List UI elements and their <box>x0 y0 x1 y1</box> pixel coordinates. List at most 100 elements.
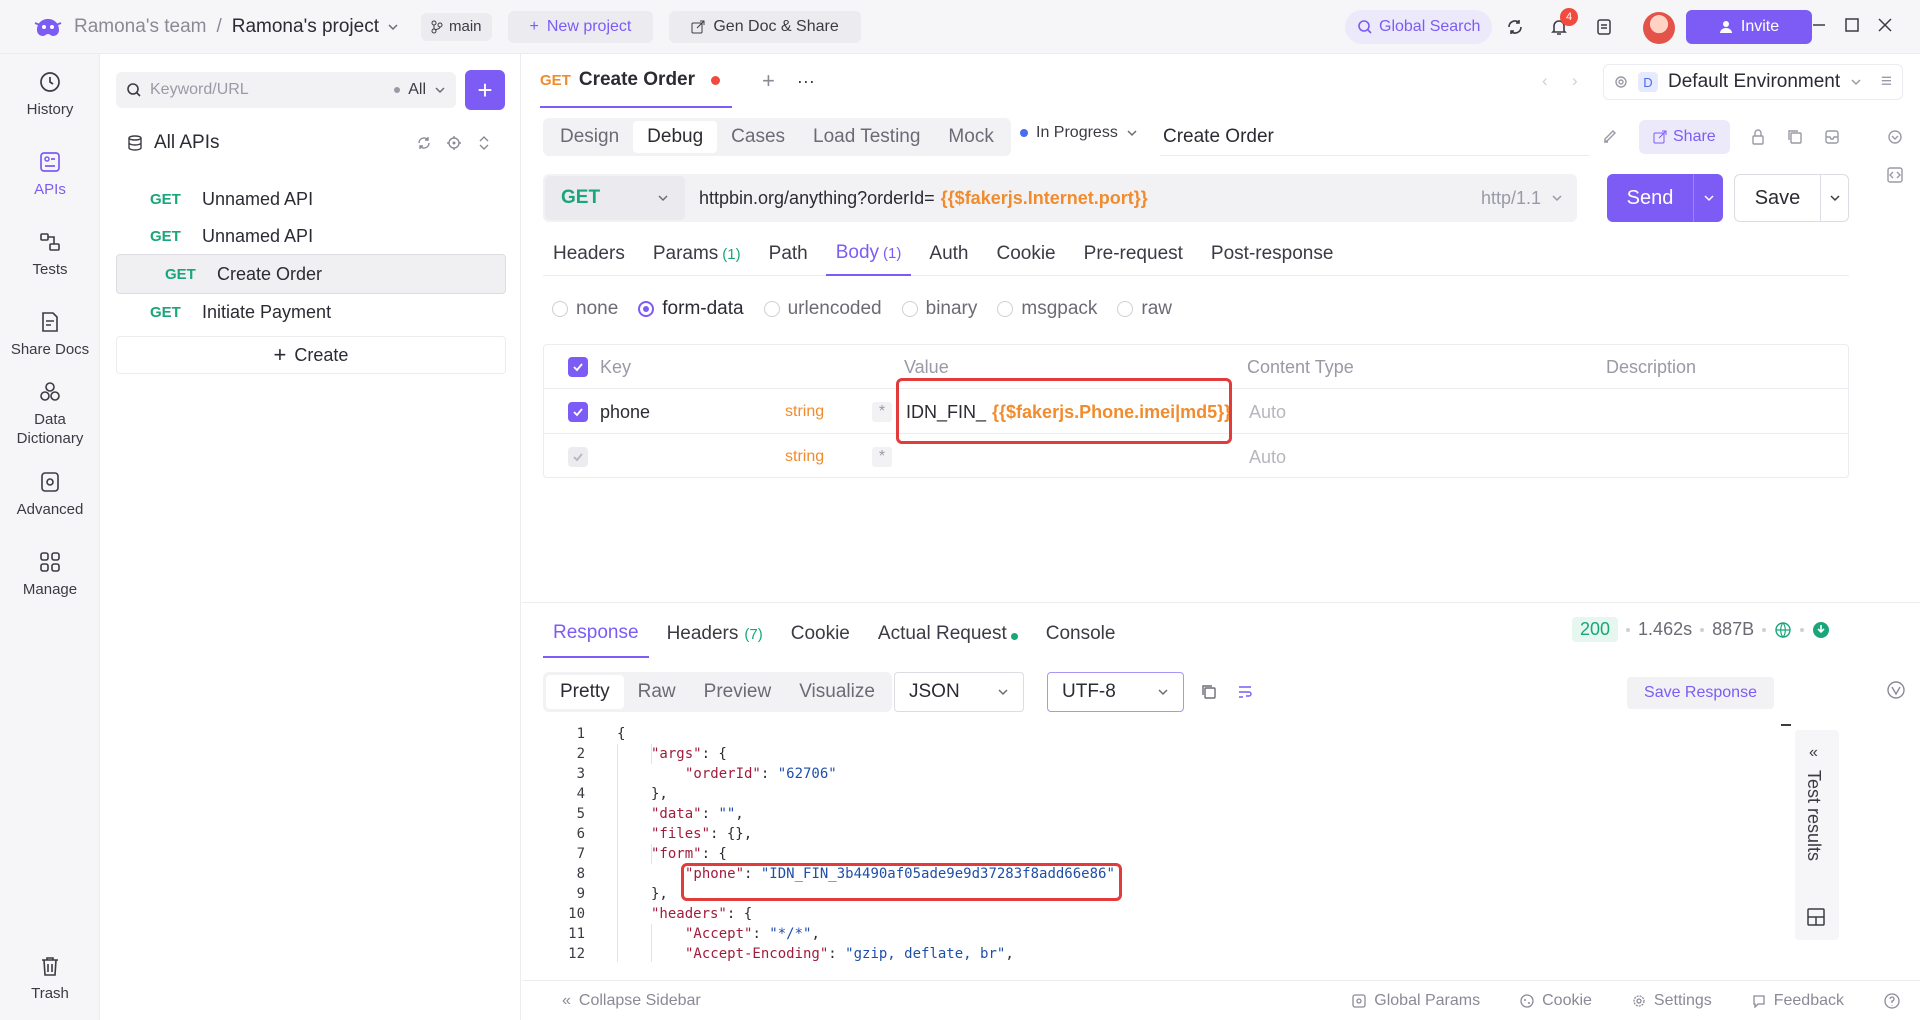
layout-icon[interactable] <box>1806 907 1826 927</box>
environment-selector[interactable]: D Default Environment ≡ <box>1603 64 1903 100</box>
tab-auth[interactable]: Auth <box>919 232 978 276</box>
radio-form-data[interactable]: form-data <box>638 298 744 320</box>
view-visualize[interactable]: Visualize <box>785 675 889 709</box>
mode-cases[interactable]: Cases <box>717 121 799 153</box>
maximize-icon[interactable] <box>1843 16 1861 34</box>
tab-actual-request[interactable]: Actual Request <box>868 610 1028 658</box>
tab-create-order[interactable]: GET Create Order <box>540 54 733 108</box>
refresh-icon[interactable] <box>416 135 432 151</box>
close-icon[interactable] <box>1876 16 1894 34</box>
send-options-chevron-icon[interactable] <box>1693 174 1723 222</box>
team-name[interactable]: Ramona's team <box>74 16 206 38</box>
settings-button[interactable]: Settings <box>1632 992 1712 1010</box>
tab-body[interactable]: Body (1) <box>825 232 912 276</box>
save-response-button[interactable]: Save Response <box>1627 677 1774 709</box>
archive-icon[interactable] <box>1823 128 1841 146</box>
radio-urlencoded[interactable]: urlencoded <box>763 298 882 320</box>
locate-icon[interactable] <box>446 135 462 151</box>
nav-share-docs[interactable]: Share Docs <box>0 310 100 359</box>
nav-tests[interactable]: Tests <box>0 230 100 279</box>
encoding-select[interactable]: UTF-8 <box>1047 672 1184 712</box>
save-options-chevron-icon[interactable] <box>1820 175 1848 221</box>
view-pretty[interactable]: Pretty <box>546 675 624 709</box>
copy-response-icon[interactable] <box>1200 683 1218 701</box>
row-checkbox[interactable] <box>568 435 588 479</box>
global-params-button[interactable]: Global Params <box>1352 992 1480 1010</box>
api-item-create-order[interactable]: GET Create Order <box>116 254 506 294</box>
status-selector[interactable]: In Progress <box>1020 124 1138 142</box>
tab-response-headers[interactable]: Headers (7) <box>657 610 773 658</box>
invite-button[interactable]: Invite <box>1686 10 1812 44</box>
view-preview[interactable]: Preview <box>690 675 786 709</box>
param-key[interactable]: phone <box>600 390 650 434</box>
nav-apis[interactable]: APIs <box>0 150 100 199</box>
radio-msgpack[interactable]: msgpack <box>997 298 1097 320</box>
response-code-view[interactable]: 1{2 "args": {3 "orderId": "62706" 4}, 5 "data… <box>543 724 1783 962</box>
environment-menu-icon[interactable]: ≡ <box>1881 71 1892 93</box>
code-icon[interactable] <box>1886 166 1904 184</box>
tab-path[interactable]: Path <box>759 232 818 276</box>
param-content-type[interactable]: Auto <box>1249 390 1286 434</box>
all-apis-header[interactable]: All APIs <box>126 128 506 158</box>
radio-none[interactable]: none <box>552 298 618 320</box>
select-all-checkbox[interactable] <box>568 345 588 389</box>
tab-response-cookie[interactable]: Cookie <box>781 610 860 658</box>
minimize-icon[interactable] <box>1810 16 1828 34</box>
api-name-input[interactable]: Create Order <box>1160 118 1590 156</box>
api-item-unnamed-2[interactable]: GET Unnamed API <box>116 217 506 255</box>
lock-icon[interactable] <box>1749 128 1767 146</box>
tab-scroll-left-icon[interactable]: ‹ <box>1542 71 1548 91</box>
panel-info-icon[interactable] <box>1886 128 1904 146</box>
nav-advanced[interactable]: Advanced <box>0 470 100 519</box>
globe-icon[interactable] <box>1774 621 1792 639</box>
tab-headers[interactable]: Headers <box>543 232 635 276</box>
expand-collapse-icon[interactable] <box>476 135 492 151</box>
nav-manage[interactable]: Manage <box>0 550 100 599</box>
create-api-button[interactable]: + Create <box>116 336 506 374</box>
url-input[interactable]: httpbin.org/anything?orderId= {{$fakerjs… <box>699 188 1148 209</box>
tab-scroll-right-icon[interactable]: › <box>1572 71 1578 91</box>
api-item-unnamed-1[interactable]: GET Unnamed API <box>116 180 506 218</box>
tab-params[interactable]: Params (1) <box>643 232 751 276</box>
gen-doc-share-button[interactable]: Gen Doc & Share <box>669 10 861 43</box>
radio-binary[interactable]: binary <box>901 298 977 320</box>
project-name[interactable]: Ramona's project <box>232 16 379 38</box>
cookie-button[interactable]: Cookie <box>1520 992 1592 1010</box>
help-icon[interactable] <box>1884 992 1900 1009</box>
http-method-select[interactable]: GET <box>545 176 685 220</box>
tab-post-response[interactable]: Post-response <box>1201 232 1344 276</box>
download-icon[interactable] <box>1812 621 1830 639</box>
tab-console[interactable]: Console <box>1036 610 1126 658</box>
ai-assistant-icon[interactable] <box>1884 678 1908 702</box>
mode-design[interactable]: Design <box>546 121 633 153</box>
scrollbar-thumb[interactable] <box>1781 724 1791 726</box>
save-button[interactable]: Save <box>1734 174 1849 222</box>
more-tabs-icon[interactable]: ··· <box>797 71 815 92</box>
tasks-icon[interactable] <box>1591 14 1617 40</box>
param-content-type[interactable]: Auto <box>1249 435 1286 479</box>
notification-bell-icon[interactable]: 4 <box>1546 8 1578 40</box>
filter-select[interactable]: All <box>394 81 446 99</box>
protocol-select[interactable]: http/1.1 <box>1481 188 1563 209</box>
api-item-initiate-payment[interactable]: GET Initiate Payment <box>116 293 506 331</box>
new-tab-icon[interactable]: + <box>762 68 775 94</box>
chevron-down-icon[interactable] <box>387 21 399 33</box>
mode-load-testing[interactable]: Load Testing <box>799 121 934 153</box>
radio-raw[interactable]: raw <box>1117 298 1172 320</box>
tab-pre-request[interactable]: Pre-request <box>1074 232 1193 276</box>
sync-icon[interactable] <box>1502 14 1528 40</box>
format-select[interactable]: JSON <box>894 672 1024 712</box>
required-marker[interactable]: * <box>872 402 892 422</box>
send-button[interactable]: Send <box>1607 174 1723 222</box>
share-button[interactable]: Share <box>1639 120 1730 154</box>
feedback-button[interactable]: Feedback <box>1752 992 1844 1010</box>
branch-selector[interactable]: main <box>421 12 492 41</box>
mode-debug[interactable]: Debug <box>633 121 718 153</box>
new-project-button[interactable]: + New project <box>507 10 654 43</box>
tab-cookie[interactable]: Cookie <box>986 232 1065 276</box>
edit-icon[interactable] <box>1601 128 1619 146</box>
add-api-button[interactable]: + <box>465 70 505 110</box>
nav-trash[interactable]: Trash <box>0 954 100 1003</box>
user-avatar[interactable] <box>1643 12 1675 44</box>
row-checkbox[interactable] <box>568 390 588 434</box>
